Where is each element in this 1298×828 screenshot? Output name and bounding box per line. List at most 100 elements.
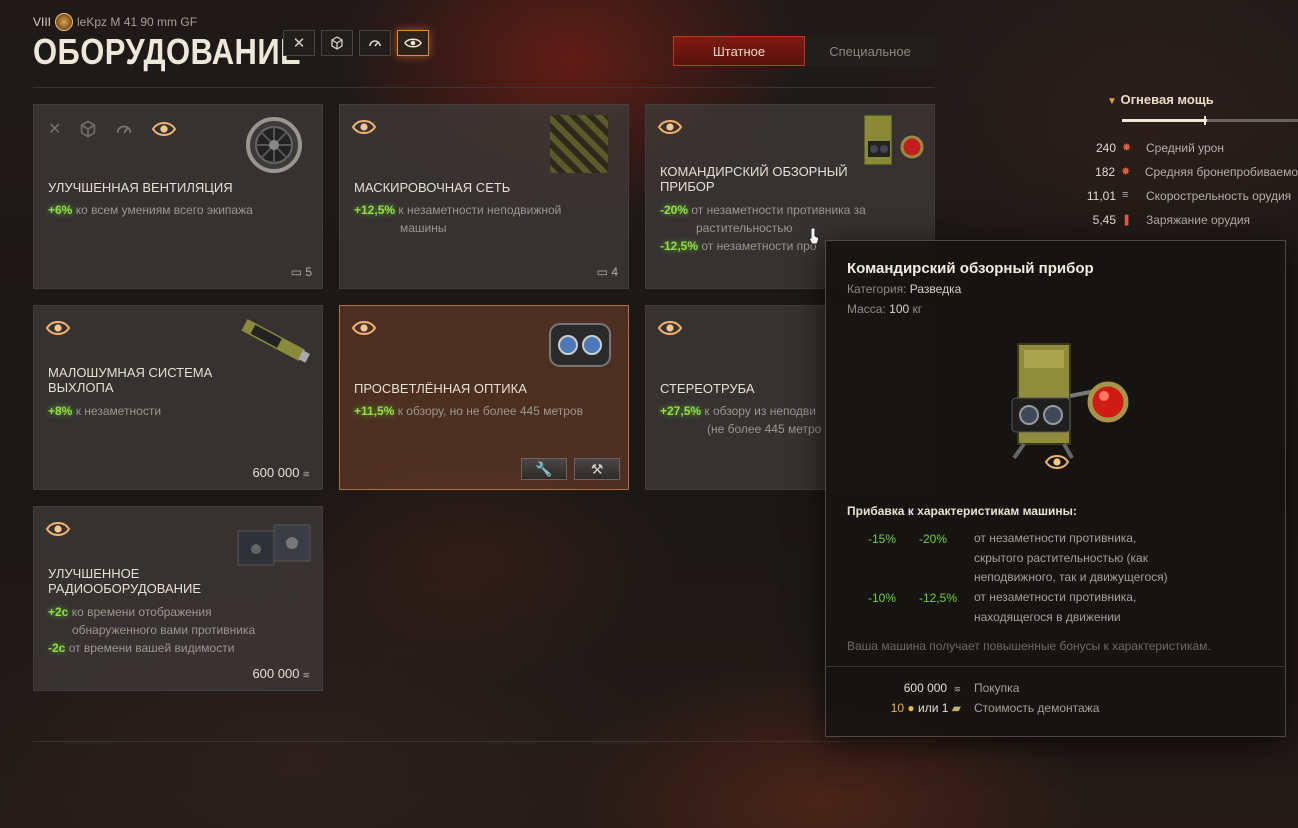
card-bonus-line: +2с ко времени отображения xyxy=(48,605,212,619)
crossed-arrows-icon: ✕ xyxy=(48,121,62,138)
stat-penetration: 182 ✸ Средняя бронепробиваемо xyxy=(1095,165,1298,179)
eye-icon xyxy=(351,120,377,134)
mouse-cursor-icon xyxy=(808,227,820,245)
tab-special[interactable]: Специальное xyxy=(805,36,935,66)
stock-count: ▭ 5 xyxy=(290,265,312,279)
eye-icon xyxy=(1044,455,1070,469)
camo-net-image xyxy=(550,115,608,173)
card-name: МАЛОШУМНАЯ СИСТЕМА ВЫХЛОПА xyxy=(48,365,213,395)
bonus-base-value: -15% xyxy=(868,532,897,546)
wrench-icon: 🔧 xyxy=(535,460,553,477)
gauge-icon xyxy=(369,40,381,47)
category-icons: ✕ xyxy=(48,119,177,139)
card-price: 600 000 ≋ xyxy=(252,465,310,480)
filter-mobility-button[interactable] xyxy=(359,30,391,56)
buy-label: Покупка xyxy=(974,681,1020,695)
stat-rate-of-fire: 11,01 ≡ Скорострельность орудия xyxy=(1086,189,1292,203)
bonus-description: от незаметности противника, скрытого раст… xyxy=(974,531,1168,584)
eye-icon xyxy=(404,38,422,48)
radio-image xyxy=(237,524,311,566)
stat-reload: 5,45 ❚ Заряжание орудия xyxy=(1092,213,1251,227)
gauge-icon xyxy=(117,125,132,134)
tooltip-bonus-title: Прибавка к характеристикам машины: xyxy=(847,504,1077,518)
demount-label: Стоимость демонтажа xyxy=(974,701,1100,715)
card-name: КОМАНДИРСКИЙ ОБЗОРНЫЙ ПРИБОР xyxy=(660,164,848,194)
eye-icon xyxy=(351,321,377,335)
card-name: УЛУЧШЕННОЕ РАДИООБОРУДОВАНИЕ xyxy=(48,566,202,596)
damage-icon: ✸ xyxy=(1122,142,1132,154)
bonus-description: от незаметности противника, находящегося … xyxy=(974,590,1137,624)
buy-price: 600 000 ≋ xyxy=(903,681,961,695)
card-name: ПРОСВЕТЛЁННАЯ ОПТИКА xyxy=(354,381,527,396)
gold-icon: ● xyxy=(907,701,915,715)
equipment-card-radio[interactable]: УЛУЧШЕННОЕ РАДИООБОРУДОВАНИЕ +2с ко време… xyxy=(33,506,323,691)
cube-icon xyxy=(81,120,96,138)
stock-count: ▭ 4 xyxy=(596,265,618,279)
card-bonus-line: +12,5% к незаметности неподвижной xyxy=(354,203,562,217)
tooltip-title: Командирский обзорный прибор xyxy=(847,260,1094,277)
category-filters: ✕ xyxy=(283,30,429,56)
bonus-enhanced-value: -12,5% xyxy=(919,591,958,605)
equipment-card-coated-optics[interactable]: ПРОСВЕТЛЁННАЯ ОПТИКА +11,5% к обзору, но… xyxy=(339,305,629,490)
stat-avg-damage: 240 ✸ Средний урон xyxy=(1095,141,1224,155)
cube-icon xyxy=(331,36,343,50)
equipment-card-camo-net[interactable]: МАСКИРОВОЧНАЯ СЕТЬ +12,5% к незаметности… xyxy=(339,104,629,289)
equipment-card-exhaust[interactable]: МАЛОШУМНАЯ СИСТЕМА ВЫХЛОПА +8% к незаметн… xyxy=(33,305,323,490)
equipment-tooltip: Командирский обзорный прибор Категория: … xyxy=(825,240,1286,737)
tooltip-divider xyxy=(826,666,1285,667)
card-bonus-line-2: -2с от времени вашей видимости xyxy=(48,641,235,655)
card-bonus-line-cont: растительностью xyxy=(696,221,793,235)
vehicle-info: VIII leKpz M 41 90 mm GF xyxy=(33,13,197,31)
credits-icon: ≋ xyxy=(302,670,310,680)
eye-icon xyxy=(152,122,177,136)
commander-vision-image xyxy=(863,114,924,166)
tooltip-mass: Масса: 100 кг xyxy=(847,302,923,316)
card-bonus-line: +6% ко всем умениям всего экипажа xyxy=(48,203,253,217)
filter-firepower-button[interactable]: ✕ xyxy=(283,30,315,56)
tier-label: VIII xyxy=(33,15,52,29)
eye-icon xyxy=(657,321,683,335)
demount-cost: 10 ● или 1 ▰ xyxy=(890,701,961,715)
tooltip-category: Категория: Разведка xyxy=(847,282,962,296)
upgrade-button[interactable]: 🔧 xyxy=(521,458,567,480)
optics-image xyxy=(549,323,611,367)
bonus-base-value: -10% xyxy=(868,591,897,605)
credits-icon: ≋ xyxy=(302,469,310,479)
vehicle-name: leKpz M 41 90 mm GF xyxy=(77,15,198,29)
card-price: 600 000 ≋ xyxy=(252,666,310,681)
card-bonus-line-cont: обнаруженного вами противника xyxy=(72,623,256,637)
crossed-arrows-icon: ✕ xyxy=(292,35,306,52)
shells-icon: ≡ xyxy=(1122,189,1129,201)
exhaust-image xyxy=(240,317,311,363)
equipment-card-ventilation[interactable]: ✕ УЛУЧШЕННАЯ ВЕНТИЛЯЦИЯ +6% ко всем умен… xyxy=(33,104,323,289)
penetration-icon: ✸ xyxy=(1121,166,1131,178)
filter-scouting-button[interactable] xyxy=(397,30,429,56)
demount-kit-icon: ▰ xyxy=(951,701,961,715)
filter-survivability-button[interactable] xyxy=(321,30,353,56)
card-name: МАСКИРОВОЧНАЯ СЕТЬ xyxy=(354,180,511,195)
stats-section-firepower[interactable]: ▼ Огневая мощь xyxy=(1107,92,1214,107)
card-bonus-line-cont: машины xyxy=(400,221,447,235)
bonus-enhanced-value: -20% xyxy=(919,532,948,546)
eye-icon xyxy=(45,321,71,335)
card-bonus-line: +11,5% к обзору, но не более 445 метров xyxy=(354,404,583,418)
footer-divider xyxy=(33,741,935,742)
ventilation-image xyxy=(246,117,302,173)
hammer-icon: ⚒ xyxy=(590,460,604,477)
card-name: УЛУЧШЕННАЯ ВЕНТИЛЯЦИЯ xyxy=(48,180,233,195)
stat-progress-bar xyxy=(1122,116,1298,125)
equipment-tabs: Штатное Специальное xyxy=(673,36,935,66)
tab-standard[interactable]: Штатное xyxy=(673,36,805,66)
credits-icon: ≋ xyxy=(953,684,961,694)
page-title: ОБОРУДОВАНИЕ xyxy=(33,31,302,72)
reload-icon: ❚ xyxy=(1122,214,1132,226)
eye-icon xyxy=(45,522,71,536)
mastery-badge-icon xyxy=(55,13,74,31)
card-bonus-line: +8% к незаметности xyxy=(48,404,162,418)
tooltip-note: Ваша машина получает повышенные бонусы к… xyxy=(847,639,1211,653)
card-bonus-line: -20% от незаметности противника за xyxy=(660,203,866,217)
eye-icon xyxy=(657,120,683,134)
header-divider xyxy=(33,87,935,88)
demount-button[interactable]: ⚒ xyxy=(574,458,620,480)
chevron-down-icon: ▼ xyxy=(1107,96,1117,107)
